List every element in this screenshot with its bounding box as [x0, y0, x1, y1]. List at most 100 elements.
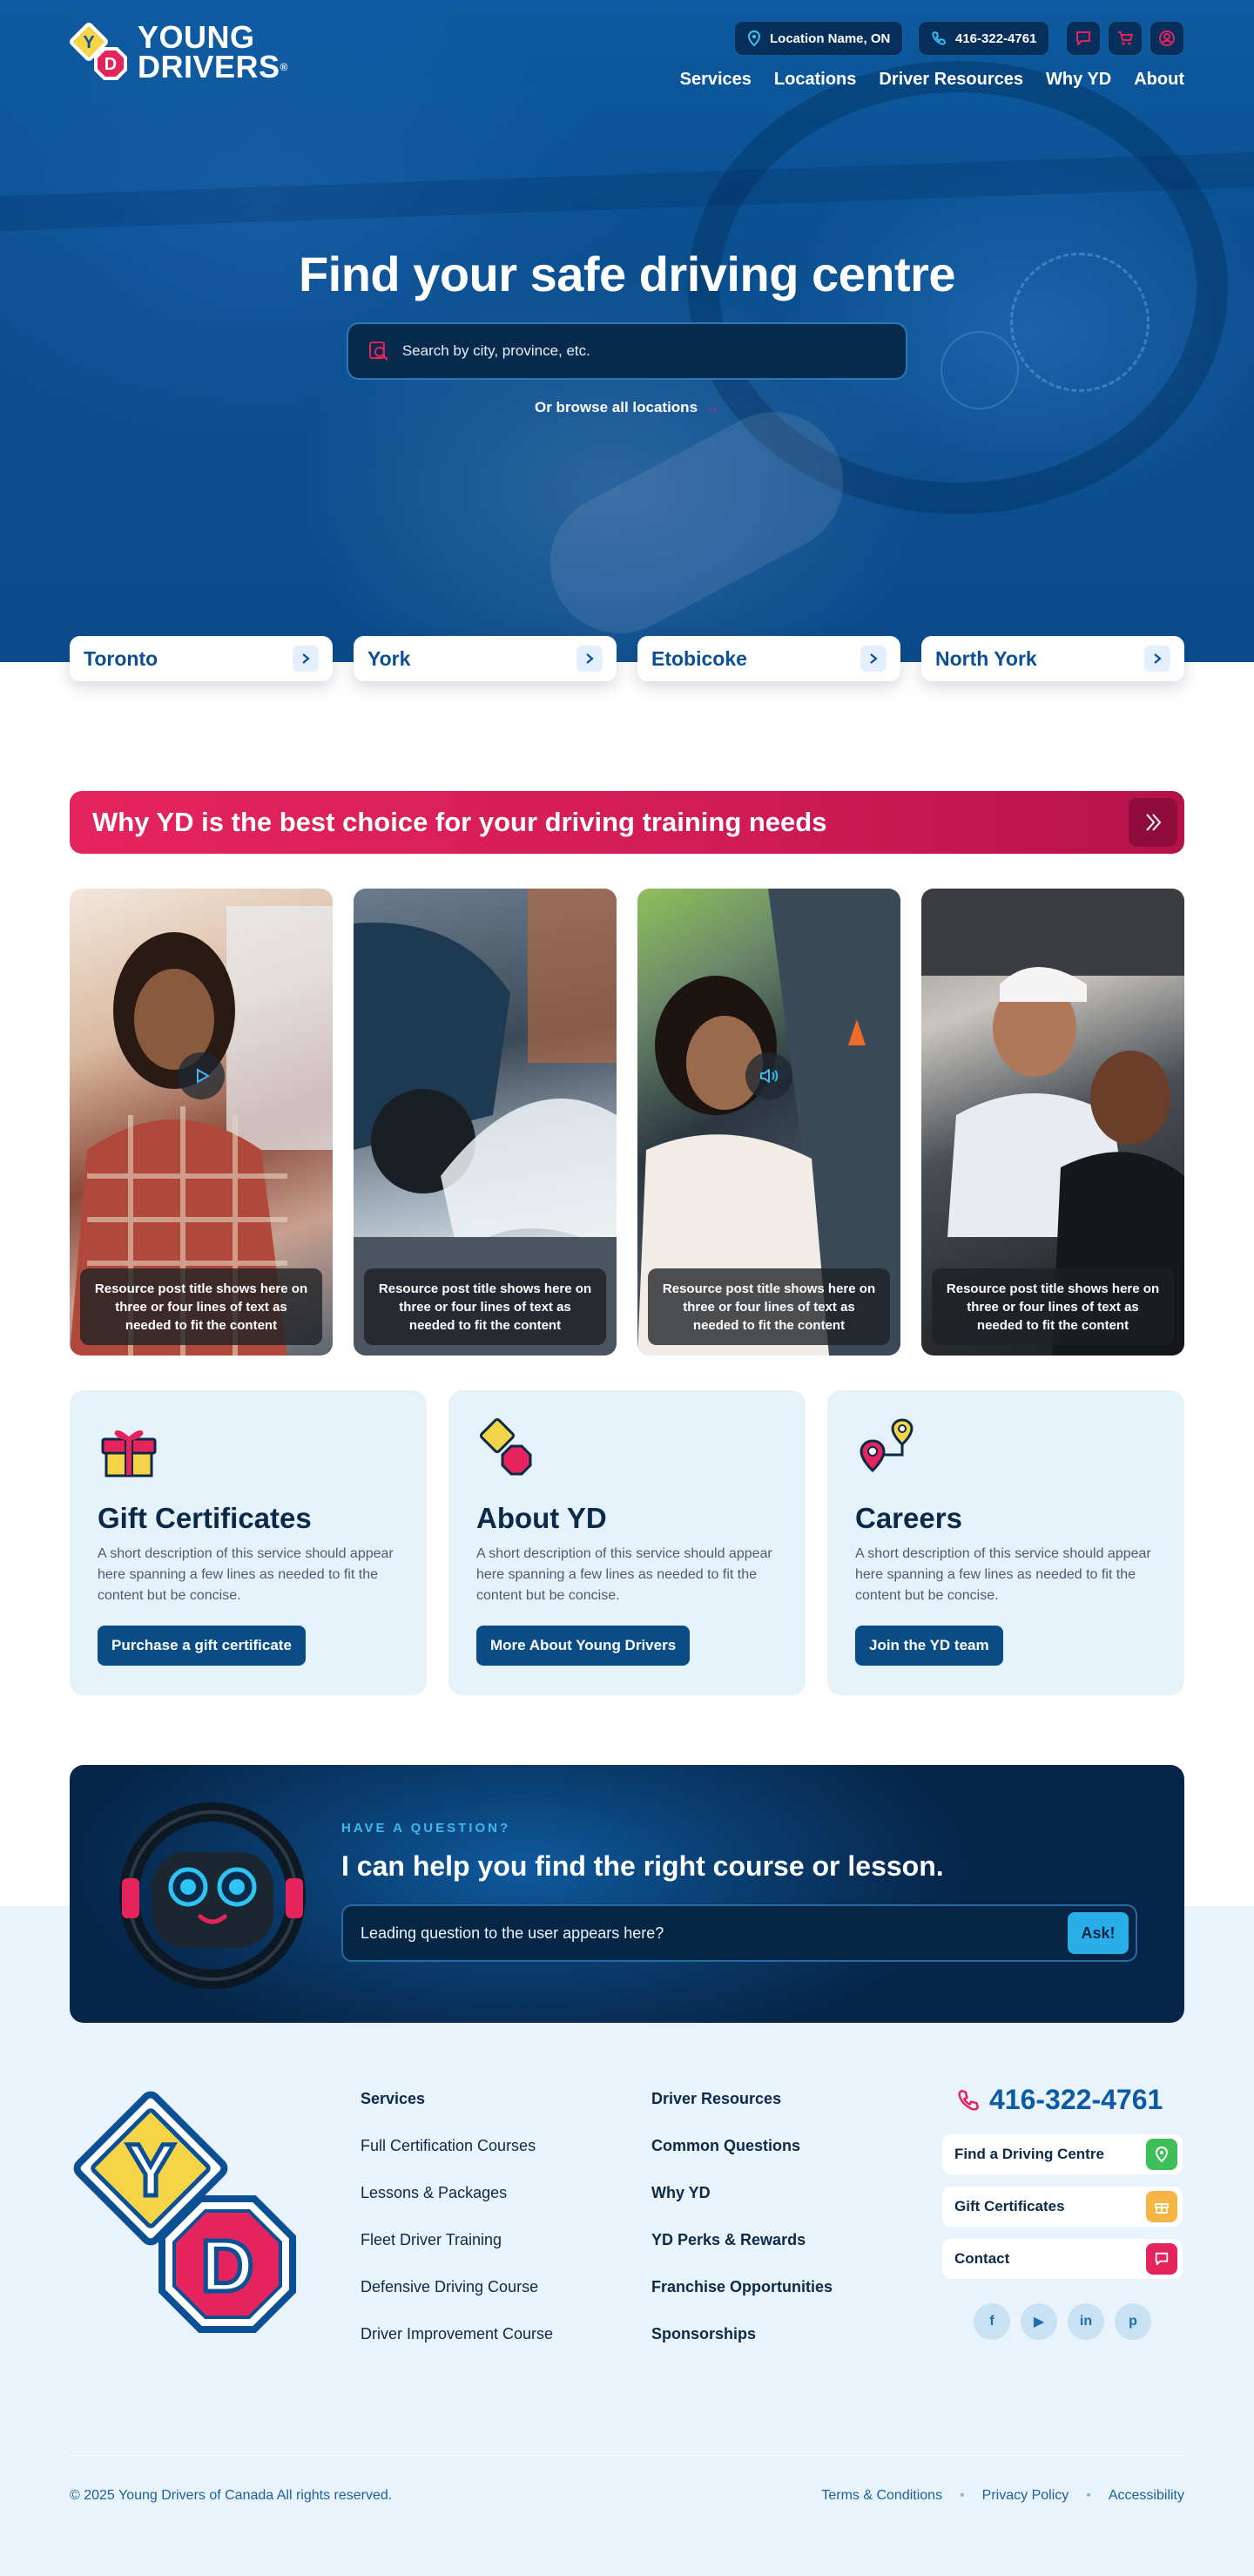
assistant-question-input[interactable] [361, 1924, 1068, 1943]
chat-button[interactable] [1066, 21, 1101, 56]
nav-services[interactable]: Services [680, 70, 752, 90]
service-card-careers: Careers A short description of this serv… [827, 1390, 1184, 1695]
quick-link-contact[interactable]: Contact [942, 2239, 1183, 2279]
city-name: North York [935, 646, 1037, 670]
service-card-gift-certificates: Gift Certificates A short description of… [70, 1390, 427, 1695]
footer-link-driver-improvement[interactable]: Driver Improvement Course [361, 2324, 553, 2371]
chevron-right-icon [1144, 646, 1170, 672]
assistant-question-box[interactable]: Ask! [341, 1904, 1137, 1962]
browse-locations-link[interactable]: Or browse all locations → [0, 399, 1254, 416]
double-chevron-right-icon [1146, 814, 1162, 831]
steering-wheel-mascot-icon [119, 1802, 306, 1989]
privacy-link[interactable]: Privacy Policy [982, 2488, 1069, 2504]
resource-card[interactable]: Resource post title shows here on three … [921, 889, 1184, 1356]
logo-wordmark: YOUNG DRIVERS® [138, 22, 288, 83]
phone-pill-label: 416-322-4761 [955, 30, 1037, 46]
phone-icon [932, 31, 946, 45]
location-search-input[interactable] [401, 342, 887, 360]
footer-link-franchise[interactable]: Franchise Opportunities [651, 2277, 833, 2324]
svg-text:Y: Y [126, 2129, 175, 2211]
city-card-toronto[interactable]: Toronto [70, 636, 333, 681]
city-name: Etobicoke [651, 646, 747, 670]
join-yd-team-button[interactable]: Join the YD team [855, 1626, 1003, 1666]
map-pin-icon [747, 30, 761, 46]
footer-link-services[interactable]: Services [361, 2089, 553, 2136]
resource-card[interactable]: Resource post title shows here on three … [637, 889, 900, 1356]
chevron-right-icon [293, 646, 319, 672]
quick-link-label: Contact [954, 2250, 1010, 2267]
gift-icon [1146, 2191, 1177, 2222]
footer-logo-icon[interactable]: Y D [68, 2086, 320, 2356]
main-nav: Services Locations Driver Resources Why … [680, 70, 1184, 90]
play-button[interactable] [178, 1052, 225, 1099]
site-logo[interactable]: Y D YOUNG DRIVERS® [70, 22, 296, 89]
footer-link-perks-rewards[interactable]: YD Perks & Rewards [651, 2230, 833, 2277]
footer-link-sponsorships[interactable]: Sponsorships [651, 2324, 833, 2371]
nav-driver-resources[interactable]: Driver Resources [879, 70, 1023, 90]
city-name: York [367, 646, 411, 670]
quick-link-gift-certificates[interactable]: Gift Certificates [942, 2187, 1183, 2227]
resource-caption: Resource post title shows here on three … [364, 1268, 606, 1345]
footer-link-common-questions[interactable]: Common Questions [651, 2136, 833, 2183]
assistant-panel: HAVE A QUESTION? I can help you find the… [70, 1765, 1184, 2023]
service-description: A short description of this service shou… [98, 1546, 394, 1603]
why-yd-banner[interactable]: Why YD is the best choice for your drivi… [70, 791, 1184, 854]
footer-link-defensive-driving[interactable]: Defensive Driving Course [361, 2277, 553, 2324]
footer-link-driver-resources[interactable]: Driver Resources [651, 2089, 833, 2136]
yd-signs-icon [479, 1417, 532, 1476]
accessibility-link[interactable]: Accessibility [1109, 2488, 1184, 2504]
service-description: A short description of this service shou… [855, 1546, 1151, 1603]
location-pill[interactable]: Location Name, ON [734, 21, 904, 56]
resource-caption: Resource post title shows here on three … [648, 1268, 890, 1345]
footer-phone[interactable]: 416-322-4761 [956, 2084, 1163, 2116]
quick-link-find-centre[interactable]: Find a Driving Centre [942, 2134, 1183, 2174]
play-icon [197, 1068, 210, 1084]
arrow-right-icon: → [705, 399, 720, 416]
chevron-right-icon [576, 646, 603, 672]
hero-bg-gauge-small [940, 331, 1019, 409]
location-search-box[interactable] [347, 322, 907, 380]
footer-link-why-yd[interactable]: Why YD [651, 2183, 833, 2230]
city-card-york[interactable]: York [354, 636, 617, 681]
account-button[interactable] [1150, 21, 1184, 56]
more-about-young-drivers-button[interactable]: More About Young Drivers [476, 1626, 691, 1666]
route-pins-icon [860, 1418, 914, 1473]
youtube-icon[interactable]: ▶ [1021, 2303, 1057, 2340]
why-yd-button[interactable] [1129, 798, 1177, 847]
pinterest-icon[interactable]: p [1115, 2303, 1151, 2340]
copyright-text: © 2025 Young Drivers of Canada All right… [70, 2488, 393, 2503]
purchase-gift-certificate-button[interactable]: Purchase a gift certificate [98, 1626, 306, 1666]
gift-icon [101, 1430, 157, 1477]
quick-link-label: Gift Certificates [954, 2198, 1065, 2214]
cart-icon [1118, 31, 1133, 45]
footer-divider [70, 2455, 1184, 2456]
location-pill-label: Location Name, ON [770, 30, 891, 46]
speaker-icon [760, 1069, 779, 1083]
footer-link-full-certification[interactable]: Full Certification Courses [361, 2136, 553, 2183]
footer-link-fleet-training[interactable]: Fleet Driver Training [361, 2230, 553, 2277]
city-name: Toronto [84, 646, 158, 670]
resource-card[interactable]: Resource post title shows here on three … [354, 889, 617, 1356]
audio-button[interactable] [745, 1052, 792, 1099]
svg-text:D: D [104, 55, 117, 74]
terms-link[interactable]: Terms & Conditions [821, 2488, 942, 2504]
facebook-icon[interactable]: f [974, 2303, 1010, 2340]
registered-mark: ® [280, 61, 288, 73]
city-card-etobicoke[interactable]: Etobicoke [637, 636, 900, 681]
nav-why-yd[interactable]: Why YD [1046, 70, 1111, 90]
footer-link-lessons-packages[interactable]: Lessons & Packages [361, 2183, 553, 2230]
nav-about[interactable]: About [1134, 70, 1184, 90]
footer-resources-column: Driver Resources Common Questions Why YD… [651, 2089, 833, 2371]
resource-card[interactable]: Resource post title shows here on three … [70, 889, 333, 1356]
phone-pill[interactable]: 416-322-4761 [918, 21, 1050, 56]
resource-caption: Resource post title shows here on three … [80, 1268, 322, 1345]
service-title: Careers [855, 1502, 962, 1534]
nav-locations[interactable]: Locations [774, 70, 856, 90]
linkedin-icon[interactable]: in [1068, 2303, 1104, 2340]
cart-button[interactable] [1108, 21, 1143, 56]
city-card-north-york[interactable]: North York [921, 636, 1184, 681]
service-title: Gift Certificates [98, 1502, 312, 1534]
ask-button[interactable]: Ask! [1068, 1912, 1129, 1954]
chat-icon [1076, 31, 1090, 45]
hero-title: Find your safe driving centre [298, 247, 956, 301]
